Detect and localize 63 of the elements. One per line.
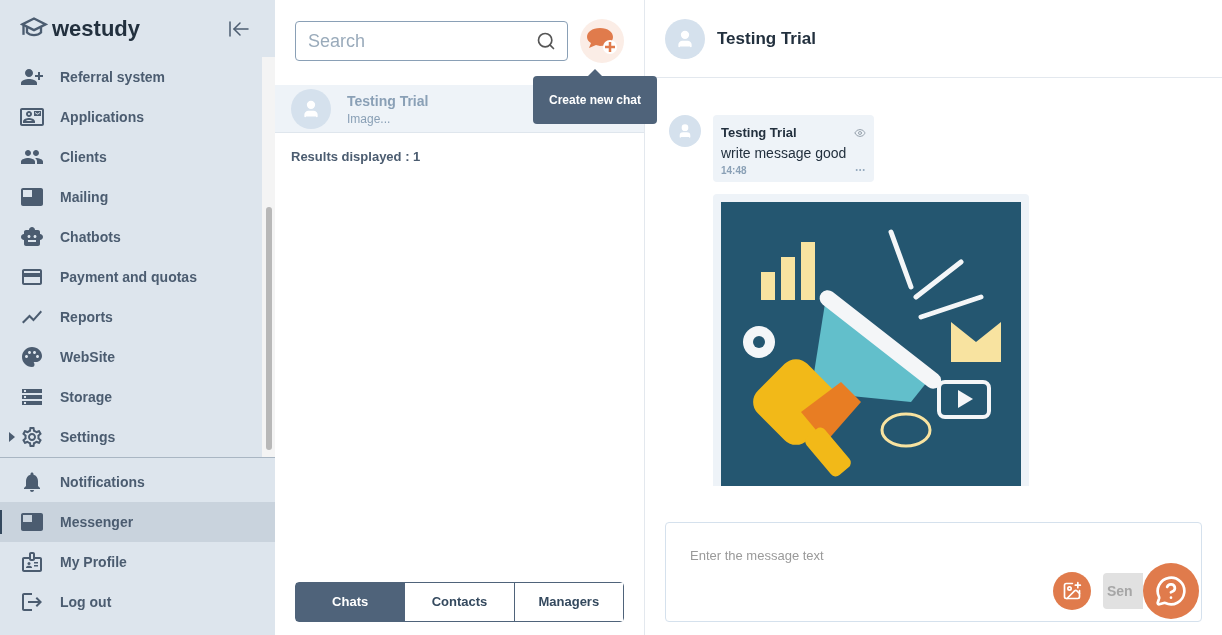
nav-label: Referral system — [60, 68, 166, 87]
nav-item[interactable]: Log out — [0, 582, 275, 622]
card-icon — [20, 185, 44, 209]
robot-icon — [20, 225, 44, 249]
card-icon — [20, 510, 44, 534]
logout-icon — [20, 590, 44, 614]
conversation-title: Testing Trial — [717, 27, 816, 50]
nav-item[interactable]: Storage — [0, 377, 262, 417]
nav-label: Applications — [60, 108, 144, 127]
nav-item[interactable]: Payment and quotas — [0, 257, 262, 297]
image-plus-icon — [1062, 581, 1082, 601]
nav-item[interactable]: My Profile — [0, 542, 275, 582]
nav-label: Reports — [60, 308, 113, 327]
nav-item[interactable]: Referral system — [0, 57, 262, 97]
nav-item[interactable]: Mailing — [0, 177, 262, 217]
search-field[interactable]: Search — [295, 21, 568, 61]
nav-item[interactable]: Notifications — [0, 462, 275, 502]
nav-label: My Profile — [60, 553, 127, 572]
tab[interactable]: Chats — [296, 583, 405, 621]
nav-label: Settings — [60, 428, 116, 447]
tooltip-text: Create new chat — [549, 93, 642, 107]
nav-item[interactable]: Chatbots — [0, 217, 262, 257]
chat-preview: Image... — [347, 110, 392, 127]
id-card-icon — [20, 550, 44, 574]
nav-item[interactable]: Settings — [0, 417, 262, 457]
nav-label: Messenger — [60, 513, 134, 532]
help-button[interactable] — [1143, 563, 1199, 619]
results-count: Results displayed : 1 — [290, 148, 422, 166]
nav-label: Mailing — [60, 188, 109, 207]
nav-label: WebSite — [60, 348, 115, 367]
caret-icon[interactable] — [9, 432, 15, 442]
nav-label: Chatbots — [60, 228, 121, 247]
palette-icon — [20, 345, 44, 369]
nav-label: Payment and quotas — [60, 268, 197, 287]
new-chat-button[interactable] — [580, 19, 624, 63]
help-icon — [1155, 575, 1187, 607]
active-indicator — [0, 510, 2, 534]
nav-label: Storage — [60, 388, 113, 407]
scrollbar-thumb[interactable] — [265, 207, 272, 450]
person-icon — [301, 98, 321, 119]
chat-plus-icon — [586, 27, 618, 55]
message-sender: Testing Trial — [721, 124, 797, 142]
nav-item[interactable]: Applications — [0, 97, 262, 137]
search-icon[interactable] — [536, 31, 556, 51]
person-icon — [677, 123, 693, 139]
message-text: write message good — [721, 143, 848, 163]
nav-item[interactable]: Clients — [0, 137, 262, 177]
message-time: 14:48 — [721, 163, 747, 178]
nav-label: Log out — [60, 593, 112, 612]
attach-image-button[interactable] — [1053, 572, 1091, 610]
person-icon — [675, 28, 695, 49]
logo-text: westudy — [52, 15, 141, 43]
contact-card-icon — [20, 105, 44, 129]
nav-item[interactable]: Reports — [0, 297, 262, 337]
nav-item[interactable]: Messenger — [0, 502, 275, 542]
nav-label: Clients — [60, 148, 107, 167]
settings-icon — [20, 425, 44, 449]
eye-icon — [854, 126, 866, 139]
nav-label: Notifications — [60, 473, 145, 492]
tab[interactable]: Managers — [513, 583, 623, 621]
nav-item[interactable]: WebSite — [0, 337, 262, 377]
message-input[interactable]: Enter the message text — [690, 546, 1177, 566]
chat-name: Testing Trial — [347, 91, 429, 111]
